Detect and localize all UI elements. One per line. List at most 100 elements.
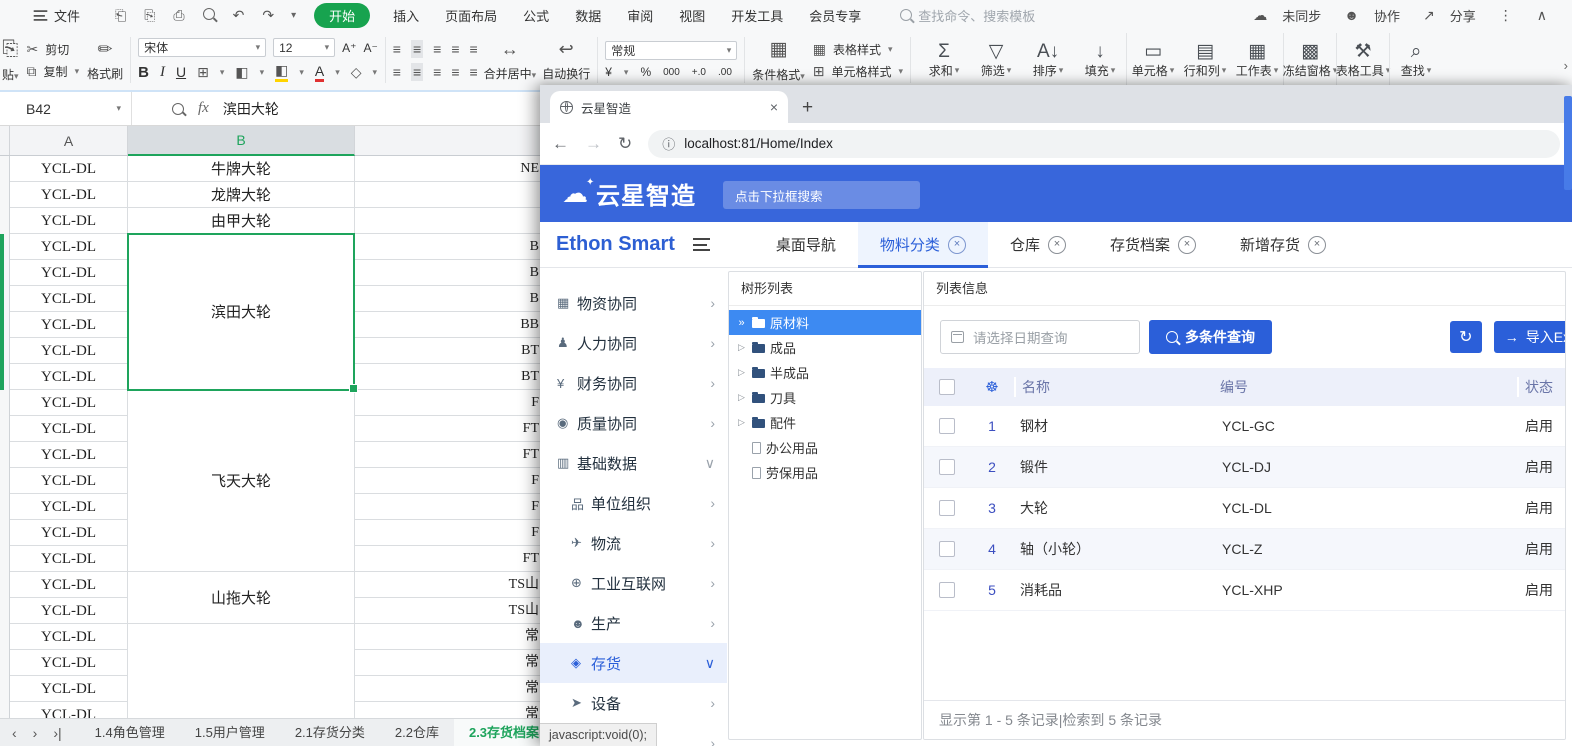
- wps-menu-item[interactable]: 开发工具: [731, 6, 783, 25]
- ribbon-big-button[interactable]: ▦ 工作表▾: [1231, 33, 1283, 87]
- grid-cell-c[interactable]: B: [355, 286, 540, 312]
- grid-cell-a[interactable]: YCL-DL: [10, 286, 127, 312]
- increase-indent-icon[interactable]: ≡: [469, 41, 477, 57]
- align-middle-icon[interactable]: ≡: [411, 40, 423, 58]
- tree-item[interactable]: ▷ 半成品: [729, 360, 921, 385]
- column-header-a[interactable]: A: [10, 126, 128, 155]
- grid-cell-a[interactable]: YCL-DL: [10, 312, 127, 338]
- fx-icon[interactable]: fx: [198, 100, 209, 117]
- ribbon-big-button[interactable]: ⌕ 查找▾: [1389, 33, 1442, 87]
- row-checkbox[interactable]: [939, 418, 955, 434]
- grid-cell-c[interactable]: F: [355, 494, 540, 520]
- grid-cell-c[interactable]: [355, 182, 540, 208]
- grid-cell-a[interactable]: YCL-DL: [10, 260, 127, 286]
- merge-center-button[interactable]: ↔ 合并居中▾: [484, 39, 537, 82]
- sidebar-item[interactable]: ▥ 基础数据 ∨: [540, 443, 727, 483]
- copy-button[interactable]: ⧉复制▾: [27, 63, 80, 80]
- grid-cell-b[interactable]: 龙牌大轮: [128, 182, 354, 208]
- grid-cell-b[interactable]: 飞天大轮: [128, 390, 354, 572]
- row-checkbox[interactable]: [939, 582, 955, 598]
- ribbon-big-button[interactable]: ▤ 行和列▾: [1179, 33, 1231, 87]
- table-row[interactable]: 4 轴（小轮） YCL-Z 启用: [924, 529, 1565, 570]
- app-tab[interactable]: 存货档案 ×: [1088, 222, 1218, 268]
- distribute-icon[interactable]: ≡: [469, 64, 477, 80]
- row-number[interactable]: 2: [970, 459, 1014, 475]
- gear-icon[interactable]: ☸: [970, 378, 1014, 396]
- tree-item[interactable]: 劳保用品: [729, 460, 921, 485]
- grid-column-b[interactable]: 牛牌大轮龙牌大轮由甲大轮滨田大轮飞天大轮山拖大轮: [128, 156, 355, 718]
- grid-cell-a[interactable]: YCL-DL: [10, 156, 127, 182]
- share-label[interactable]: 分享: [1450, 6, 1476, 25]
- row-number[interactable]: 4: [970, 541, 1014, 557]
- app-logo[interactable]: ☁ ✦ 云星智造: [540, 176, 696, 211]
- tree-item[interactable]: ▷ 成品: [729, 335, 921, 360]
- currency-button[interactable]: ¥: [605, 65, 612, 79]
- font-name-select[interactable]: 宋体▾: [138, 38, 266, 57]
- decrease-font-button[interactable]: A⁻: [363, 41, 377, 55]
- collapse-ribbon-icon[interactable]: ∧: [1537, 7, 1547, 24]
- align-top-icon[interactable]: ≡: [393, 41, 401, 57]
- wps-menu-item[interactable]: 公式: [523, 6, 549, 25]
- wps-menu-item[interactable]: 会员专享: [809, 6, 861, 25]
- sheet-last-icon[interactable]: ›|: [53, 725, 61, 741]
- grid-cell-c[interactable]: TS山: [355, 598, 540, 624]
- grid-cell-b[interactable]: 山拖大轮: [128, 572, 354, 624]
- cell-shading-button[interactable]: ◧: [235, 64, 248, 81]
- sidebar-item[interactable]: ¥ 财务协同 ›: [540, 363, 727, 403]
- eraser-button[interactable]: ◇: [351, 64, 362, 81]
- grid-cell-c[interactable]: BT: [355, 364, 540, 390]
- ribbon-big-button[interactable]: ↓ 填充▾: [1074, 33, 1126, 87]
- name-box[interactable]: B42▾: [0, 92, 132, 125]
- grid-cell-c[interactable]: 常: [355, 624, 540, 650]
- ribbon-big-button[interactable]: ▭ 单元格▾: [1126, 33, 1179, 87]
- back-icon[interactable]: ←: [552, 134, 569, 154]
- sync-status[interactable]: 未同步: [1282, 6, 1321, 25]
- bold-button[interactable]: B: [138, 64, 149, 81]
- grid-cell-c[interactable]: [355, 208, 540, 234]
- redo-icon[interactable]: ↷: [262, 7, 274, 24]
- grid-cell-c[interactable]: 常: [355, 676, 540, 702]
- sheet-tab[interactable]: 1.4角色管理: [80, 719, 180, 746]
- align-bottom-icon[interactable]: ≡: [433, 41, 441, 57]
- grid-cell-b[interactable]: [128, 624, 354, 718]
- sidebar-item[interactable]: ◉ 质量协同 ›: [540, 403, 727, 443]
- grid-cell-a[interactable]: YCL-DL: [10, 390, 127, 416]
- column-name[interactable]: 名称: [1014, 377, 1214, 397]
- sheet-prev-icon[interactable]: ‹: [12, 725, 17, 741]
- grid-cell-a[interactable]: YCL-DL: [10, 234, 127, 260]
- font-size-select[interactable]: 12▾: [273, 38, 335, 57]
- grid-cell-a[interactable]: YCL-DL: [10, 520, 127, 546]
- app-tab[interactable]: 物料分类 ×: [858, 222, 988, 268]
- row-checkbox[interactable]: [939, 500, 955, 516]
- table-row[interactable]: 2 锻件 YCL-DJ 启用: [924, 447, 1565, 488]
- forward-icon[interactable]: →: [585, 134, 602, 154]
- grid-cell-c[interactable]: BT: [355, 338, 540, 364]
- row-header-strip[interactable]: [0, 156, 10, 718]
- column-code[interactable]: 编号: [1214, 377, 1517, 397]
- grid-cell-a[interactable]: YCL-DL: [10, 416, 127, 442]
- wps-menu-item[interactable]: 审阅: [627, 6, 653, 25]
- align-right-icon[interactable]: ≡: [433, 64, 441, 80]
- tab-close-icon[interactable]: ×: [1178, 236, 1196, 254]
- wps-menu-item[interactable]: 页面布局: [445, 6, 497, 25]
- grid-cell-b[interactable]: 牛牌大轮: [128, 156, 354, 182]
- tree-caret-icon[interactable]: »: [736, 317, 747, 329]
- grid-cell-c[interactable]: B: [355, 260, 540, 286]
- grid-cell-a[interactable]: YCL-DL: [10, 702, 127, 718]
- row-checkbox[interactable]: [939, 541, 955, 557]
- row-number[interactable]: 1: [970, 418, 1014, 434]
- tab-close-icon[interactable]: ×: [948, 236, 966, 254]
- grid-cell-c[interactable]: TS山: [355, 572, 540, 598]
- tree-caret-icon[interactable]: ▷: [736, 367, 747, 378]
- grid-cell-b[interactable]: 由甲大轮: [128, 208, 354, 234]
- tree-item[interactable]: » 原材料: [729, 310, 921, 335]
- format-painter-button[interactable]: ✏ 格式刷: [87, 39, 123, 82]
- file-menu[interactable]: 文件: [14, 6, 80, 25]
- app-search-dropdown[interactable]: 点击下拉框搜索: [723, 181, 920, 209]
- tree-item[interactable]: ▷ 刀具: [729, 385, 921, 410]
- scroll-accent-bar[interactable]: [1564, 96, 1572, 190]
- cut-button[interactable]: ✂剪切: [27, 41, 80, 58]
- select-all-corner[interactable]: [0, 126, 10, 155]
- grid-cell-a[interactable]: YCL-DL: [10, 338, 127, 364]
- grid-column-c[interactable]: NEBBBBBBTBTFFTFTFFFFTTS山TS山常常常常: [355, 156, 540, 718]
